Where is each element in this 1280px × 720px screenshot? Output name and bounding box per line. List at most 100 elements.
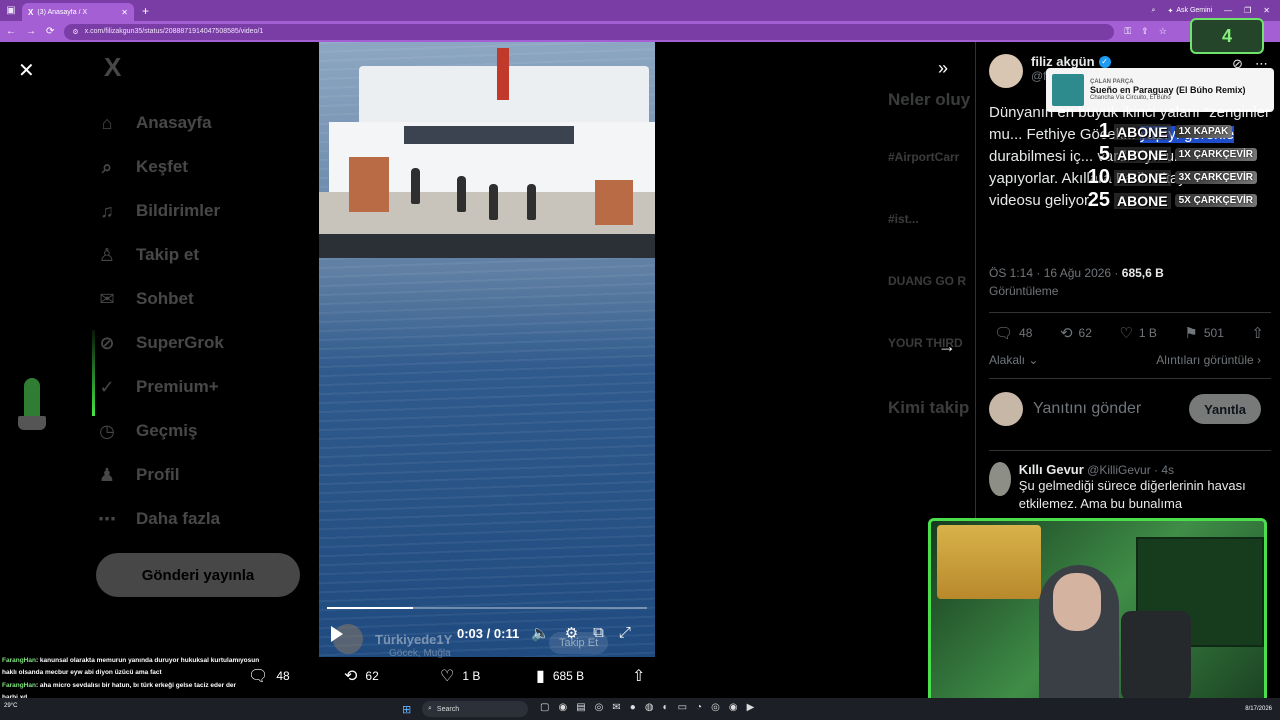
volume-icon[interactable]: 🔈 [531, 624, 550, 642]
collapse-sidebar-icon[interactable]: » [938, 58, 948, 79]
steam-icon[interactable]: ◍ [645, 702, 654, 713]
reply-time: · 4s [1154, 463, 1175, 477]
repost-count: 62 [365, 669, 379, 683]
share-action[interactable]: ⇧ [1251, 324, 1264, 342]
view-quotes-link[interactable]: Alıntıları görüntüle › [1156, 353, 1261, 367]
spotify-icon[interactable]: ● [630, 702, 636, 713]
edge-icon[interactable]: ◉ [558, 702, 567, 713]
trend-item[interactable]: YOUR THIRD [888, 336, 978, 350]
share-icon[interactable]: ⇪ [1141, 26, 1149, 37]
nav-item-search[interactable]: ⌕ Keşfet [96, 145, 306, 189]
nav-item-bell[interactable]: ♫ Bildirimler [96, 189, 306, 233]
close-window-icon[interactable]: ✕ [1263, 6, 1270, 15]
new-tab-button[interactable]: + [142, 4, 149, 18]
maximize-icon[interactable]: ❐ [1244, 6, 1251, 15]
reply-button[interactable]: Yanıtla [1189, 394, 1261, 424]
views-action[interactable]: ▮ 685 B [536, 664, 632, 688]
nav-item-home[interactable]: ⌂ Anasayfa [96, 101, 306, 145]
reply-author-name[interactable]: Kıllı Gevur [1019, 462, 1084, 477]
back-icon[interactable]: ← [6, 26, 16, 37]
nav-item-more[interactable]: ⋯ Daha fazla [96, 497, 306, 541]
plant-widget [6, 378, 58, 436]
close-media-icon[interactable]: ✕ [18, 58, 35, 83]
obs-icon[interactable]: ◔ [696, 702, 702, 713]
close-tab-icon[interactable]: ✕ [121, 8, 128, 17]
fullscreen-icon[interactable]: ⤢ [619, 624, 631, 642]
tweet-time[interactable]: ÖS 1:14 · 16 Ağu 2026 · [989, 266, 1122, 280]
like-action[interactable]: ♡ 1 B [1119, 324, 1156, 342]
post-button[interactable]: Gönderi yayınla [96, 553, 300, 597]
nav-item-history[interactable]: ◷ Geçmiş [96, 409, 306, 453]
trend-item[interactable]: DUANG GO R [888, 274, 978, 288]
taskbar-search[interactable]: ⌕ Search [422, 701, 528, 717]
avatar[interactable] [989, 462, 1011, 496]
goal-row: 5 ABONE 1X ÇARKÇEVİR [1082, 143, 1260, 166]
chat-icon: ✉ [99, 288, 115, 309]
goal-label: ABONE [1114, 146, 1171, 163]
task-view-icon[interactable]: ▢ [540, 702, 549, 713]
reply-action[interactable]: 🗨 48 [994, 324, 1032, 342]
reply-input[interactable]: Yanıtını gönder [1033, 400, 1179, 418]
nav-item-chat[interactable]: ✉ Sohbet [96, 277, 306, 321]
goal-row: 10 ABONE 3X ÇARKÇEVİR [1082, 166, 1260, 189]
pip-icon[interactable]: ⧉ [593, 624, 604, 642]
discord-icon[interactable]: ◐ [663, 702, 669, 713]
game-icon[interactable]: ▶ [747, 702, 755, 713]
premium-icon: ✓ [99, 376, 115, 397]
video-progress-fill [327, 607, 414, 609]
terminal-icon[interactable]: ▭ [678, 702, 687, 713]
sort-dropdown[interactable]: Alakalı ⌄ [989, 353, 1038, 367]
reply-item[interactable]: Kıllı Gevur @KilliGevur · 4s Şu gelmediğ… [989, 462, 1271, 513]
nav-item-follow[interactable]: ♙ Takip et [96, 233, 306, 277]
nav-item-premium[interactable]: ✓ Premium+ [96, 365, 306, 409]
ask-gemini-button[interactable]: ✦ Ask Gemini [1167, 7, 1212, 15]
video-author-name[interactable]: Türkiyede1Y [375, 632, 452, 647]
weather-widget[interactable]: 29°C [4, 703, 17, 709]
author-name[interactable]: filiz akgün [1031, 54, 1095, 69]
repost-action[interactable]: ⟲ 62 [344, 664, 440, 688]
bookmark-action[interactable]: ⚑ 501 [1184, 324, 1223, 342]
bookmark-star-icon[interactable]: ☆ [1159, 26, 1167, 37]
reply-author-handle[interactable]: @KilliGevur [1087, 463, 1151, 477]
avatar[interactable] [989, 54, 1023, 88]
mail-icon[interactable]: ✉ [612, 702, 620, 713]
nav-item-grok[interactable]: ⊘ SuperGrok [96, 321, 306, 365]
browser-tab[interactable]: X (3) Anasayfa / X ✕ [22, 3, 134, 21]
trend-item[interactable]: #ist... [888, 212, 978, 226]
video-player[interactable] [319, 42, 655, 657]
chrome-icon[interactable]: ◎ [595, 702, 604, 713]
like-count: 1 B [462, 669, 481, 683]
nav-item-profile[interactable]: ♟ Profil [96, 453, 306, 497]
edge-icon[interactable]: ◉ [729, 702, 738, 713]
settings-gear-icon[interactable]: ⚙ [565, 624, 578, 642]
trend-item[interactable]: #AirportCarr [888, 150, 978, 164]
chat-username: FarangHan [2, 657, 36, 664]
minimize-icon[interactable]: — [1224, 6, 1232, 15]
reload-icon[interactable]: ⟳ [46, 26, 54, 37]
repost-action[interactable]: ⟲ 62 [1060, 324, 1092, 342]
reply-text: Şu gelmediği sürece diğerlerinin havası … [1018, 478, 1246, 511]
files-icon[interactable]: ▤ [576, 702, 585, 713]
video-progress-bar[interactable] [327, 607, 647, 609]
bookmark-count: 501 [1203, 326, 1224, 340]
like-action[interactable]: ♡ 1 B [440, 664, 536, 688]
share-action[interactable]: ⇧ [632, 664, 728, 688]
chat-message: FarangHan: kanunsal olarakta memurun yan… [2, 655, 302, 667]
taskbar-clock[interactable]: 8/17/2026 [1245, 706, 1272, 712]
play-icon[interactable] [331, 626, 343, 642]
chrome-icon[interactable]: ◎ [711, 702, 720, 713]
key-icon[interactable]: ⚿ [1124, 26, 1131, 37]
windows-start-icon[interactable]: ⊞ [402, 703, 411, 716]
left-navigation: X ⌂ Anasayfa ⌕ Keşfet ♫ Bildirimler ♙ Takip et ✉… [96, 52, 306, 597]
reply-sort-row: Alakalı ⌄ Alıntıları görüntüle › [989, 353, 1261, 367]
forward-icon[interactable]: → [26, 26, 36, 37]
x-logo-icon: X [28, 7, 34, 17]
stream-counter-badge: 4 [1190, 18, 1264, 54]
tab-actions-icon[interactable]: ▣ [0, 0, 22, 21]
site-info-icon[interactable]: ⚙ [72, 28, 78, 36]
next-media-icon[interactable]: → [938, 336, 956, 357]
x-logo-icon[interactable]: X [104, 52, 306, 83]
gemini-icon: ✦ [1167, 7, 1174, 15]
zoom-icon[interactable]: ⌕ [1152, 7, 1156, 15]
url-field[interactable]: ⚙ x.com/filizakgun35/status/208887191404… [64, 23, 1115, 40]
